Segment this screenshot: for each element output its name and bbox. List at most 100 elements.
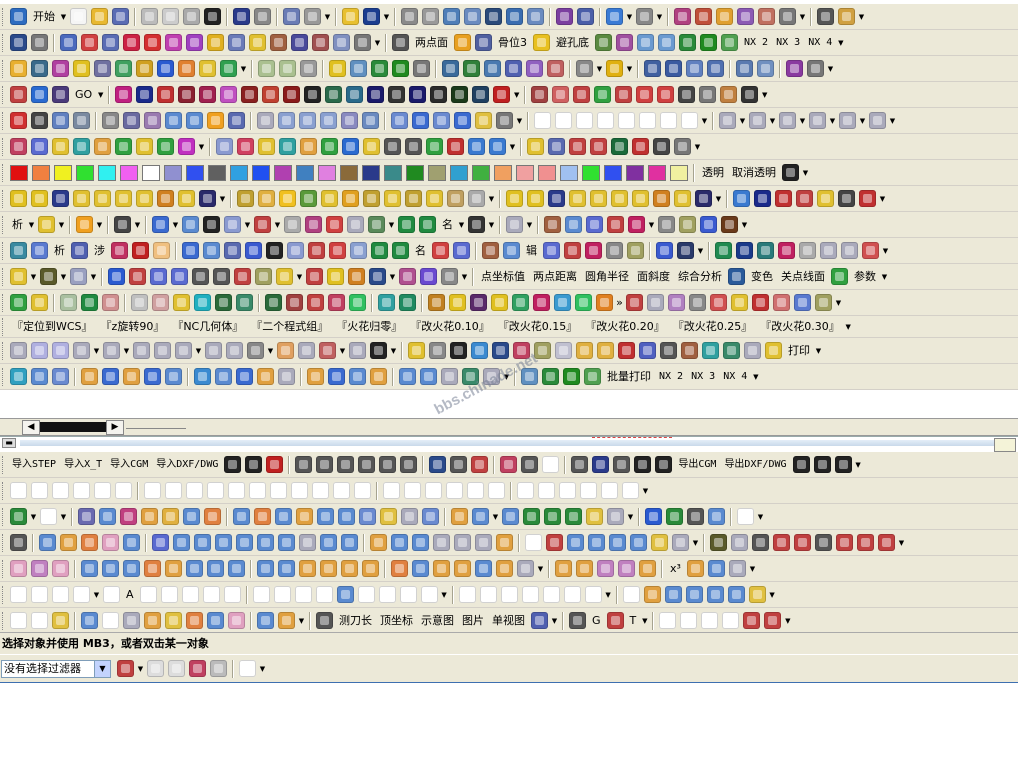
view-4-icon[interactable] [779,112,796,129]
line-13-icon[interactable] [181,586,199,603]
camera-3-icon[interactable] [815,294,832,311]
solid-2-icon[interactable] [10,508,27,525]
flag-icon[interactable] [123,34,140,51]
arrow-right-icon[interactable] [398,216,415,233]
surface-7-icon[interactable] [144,560,161,577]
edit-9-icon[interactable] [748,586,766,603]
dropdown-arrow[interactable]: ▼ [626,504,635,529]
print-4-icon[interactable] [544,216,561,233]
line-11-icon[interactable] [354,482,371,499]
page-2-icon[interactable] [40,508,57,525]
xc-icon[interactable] [308,242,325,259]
cube-4-icon[interactable] [796,190,813,207]
window-6-icon[interactable] [175,342,192,359]
camera-icon[interactable] [527,8,544,25]
delete-3-icon[interactable] [266,242,283,259]
zoom-icon[interactable] [443,8,460,25]
prism-2-icon[interactable] [639,342,656,359]
column-icon[interactable] [391,112,408,129]
color-blue-swatch[interactable] [186,164,204,181]
print-icon[interactable] [350,60,367,77]
toolbar-grip[interactable] [2,215,5,234]
slash-2-icon[interactable] [467,482,484,499]
op-9-icon[interactable] [215,534,232,551]
surface-20-icon[interactable] [433,560,450,577]
grid-2-icon[interactable] [484,60,501,77]
blob-icon[interactable] [426,138,443,155]
op-12-icon[interactable] [278,534,295,551]
dropdown-arrow[interactable]: ▼ [59,264,68,289]
scroll-right-arrow[interactable]: ▶ [106,420,124,435]
toolbar-button-label[interactable]: 顶坐标 [376,611,417,631]
line-icon[interactable] [144,482,161,499]
dropdown-arrow[interactable]: ▼ [888,108,897,133]
box-3-icon[interactable] [454,112,471,129]
toolbar-button-label[interactable]: 导出DXF/DWG [720,455,790,475]
rectangle-select-icon[interactable] [239,660,256,677]
toolbar-grip[interactable] [2,163,5,182]
dropdown-arrow[interactable]: ▼ [508,134,517,159]
toolbar-button-label[interactable]: 点坐标值 [477,267,529,287]
tool-icon[interactable] [304,8,321,25]
cube-17-icon[interactable] [420,368,437,385]
feature-7-icon[interactable] [204,508,221,525]
snapshot-2-icon[interactable] [237,138,254,155]
ruler-icon[interactable] [817,8,834,25]
cross-icon[interactable] [115,138,132,155]
cube-18-icon[interactable] [592,456,610,473]
panel-5-icon[interactable] [236,368,253,385]
branch-icon[interactable] [429,342,446,359]
color-lavender-swatch[interactable] [164,164,182,181]
cube-15-icon[interactable] [370,368,387,385]
layers-4-icon[interactable] [316,456,334,473]
table-5-icon[interactable] [584,368,601,385]
card-3-icon[interactable] [634,456,652,473]
curve-15-icon[interactable] [399,586,417,603]
dropdown-arrow[interactable]: ▼ [171,212,180,237]
dimension-icon[interactable] [199,86,217,103]
doc-4-icon[interactable] [350,242,367,259]
grid-5-icon[interactable] [384,138,401,155]
subassembly-icon[interactable] [686,60,703,77]
feature-14-icon[interactable] [359,508,376,525]
hat-icon[interactable] [451,86,469,103]
line-12-icon[interactable] [10,586,27,603]
dropdown-arrow[interactable]: ▼ [691,530,700,555]
toolbar-button-label[interactable]: x³ [666,559,685,579]
dropdown-arrow[interactable]: ▼ [748,556,757,581]
color-salmon-swatch[interactable] [516,164,534,181]
cog-icon[interactable] [491,294,508,311]
save-icon[interactable] [112,8,129,25]
align-icon[interactable] [454,34,471,51]
pocket-icon[interactable] [595,34,612,51]
prism-icon[interactable] [283,86,301,103]
list-icon[interactable] [60,34,77,51]
toolbar-button-label[interactable]: NX 2 [740,33,772,53]
color-sky-swatch[interactable] [230,164,248,181]
square-2-icon[interactable] [213,268,230,285]
edit-2-icon[interactable] [678,86,696,103]
op-10-icon[interactable] [236,534,253,551]
edit-3-icon[interactable] [622,586,640,603]
op-6-icon[interactable] [152,534,169,551]
type-filter-select[interactable]: 没有选择过滤器 ▼ [1,659,111,678]
grid-16-icon[interactable] [681,342,698,359]
color-steel-swatch[interactable] [296,164,314,181]
base-icon[interactable] [325,86,343,103]
drawing-3-icon[interactable] [52,612,69,629]
bag-icon[interactable] [173,294,190,311]
color-teal-swatch[interactable] [384,164,402,181]
edit-5-icon[interactable] [664,586,682,603]
offset-5-icon[interactable] [542,586,560,603]
flag-6-icon[interactable] [108,268,125,285]
play-icon[interactable] [792,456,810,473]
color-peach-swatch[interactable] [494,164,512,181]
sheet-5-icon[interactable] [153,242,170,259]
toolbar-button-label[interactable]: NX 3 [772,33,804,53]
position-icon[interactable] [475,34,492,51]
frame-icon[interactable] [270,34,287,51]
op-icon[interactable] [39,534,56,551]
window-9-icon[interactable] [744,342,761,359]
panel-3-icon[interactable] [194,368,211,385]
snap-2-icon[interactable] [496,112,513,129]
